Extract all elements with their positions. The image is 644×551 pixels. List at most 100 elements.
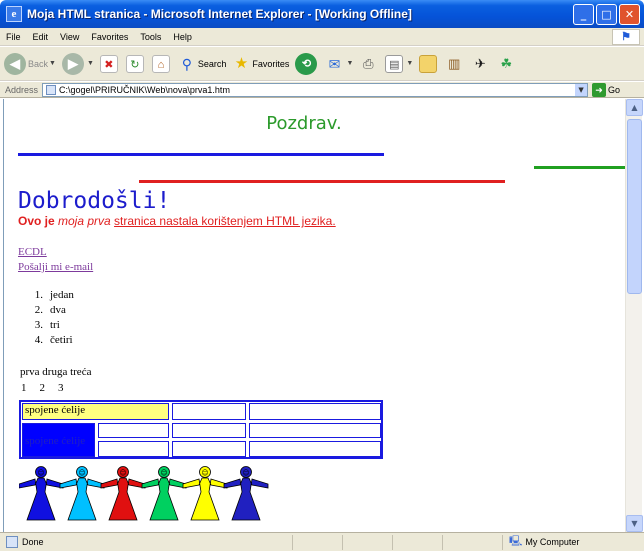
scroll-thumb[interactable] [627, 119, 642, 294]
intro-text: Ovo je moja prva stranica nastala korišt… [18, 214, 336, 228]
email-link[interactable]: Pošalji mi e-mail [18, 261, 93, 273]
back-label: Back [28, 58, 49, 69]
research-button[interactable]: ▥ [445, 55, 465, 73]
status-text: Done [22, 537, 44, 547]
title-bar: e Moja HTML stranica - Microsoft Interne… [0, 0, 644, 28]
menu-file[interactable]: File [0, 32, 27, 42]
number-1: 1 [21, 382, 27, 394]
status-pane [292, 534, 342, 550]
go-button[interactable]: ➜ Go [592, 82, 620, 97]
intro-italic-text: moja prva [58, 214, 111, 228]
folder-button[interactable] [419, 54, 439, 73]
svg-text:☺: ☺ [201, 469, 208, 477]
minimize-button[interactable]: _ [573, 4, 594, 25]
status-pane [342, 534, 392, 550]
back-arrow-icon: ◀ [4, 52, 26, 75]
scroll-up-icon[interactable]: ▲ [626, 99, 643, 116]
edit-button[interactable]: ▤ ▼ [385, 54, 413, 73]
menu-edit[interactable]: Edit [27, 32, 55, 42]
research-book-icon: ▥ [448, 55, 461, 71]
welcome-heading: Dobrodošli! [18, 188, 171, 214]
print-button[interactable]: ⎙ [359, 55, 379, 73]
address-value[interactable]: C:\gogel\PRIRUČNIK\Web\nova\prva1.htm [59, 85, 575, 95]
ie-page-icon: e [6, 6, 22, 22]
standard-toolbar: ◀ Back ▼ ▶ ▼ ✖ ↻ ⌂ ⚲ Search ★ Favorites … [0, 47, 644, 81]
svg-text:☺: ☺ [78, 469, 85, 477]
red-horizontal-rule [139, 180, 505, 183]
number-3: 3 [58, 382, 64, 394]
mail-button[interactable]: ✉ ▼ [325, 55, 354, 73]
menu-help[interactable]: Help [167, 32, 198, 42]
address-input[interactable]: C:\gogel\PRIRUČNIK\Web\nova\prva1.htm ▼ [42, 82, 589, 97]
list-item: 3. tri [34, 319, 60, 331]
paper-doll-figure: ☺ [223, 466, 269, 521]
table-cell [249, 403, 381, 420]
refresh-icon: ↻ [125, 54, 144, 73]
search-button[interactable]: ⚲ Search [178, 55, 227, 73]
home-button[interactable]: ⌂ [151, 54, 172, 73]
window-title: Moja HTML stranica - Microsoft Internet … [27, 7, 412, 21]
intro-underlined-text: stranica nastala korištenjem HTML jezika… [114, 214, 336, 228]
scroll-down-icon[interactable]: ▼ [626, 515, 643, 532]
paper-doll-figure: ☺ [182, 466, 228, 521]
favorites-button[interactable]: ★ Favorites [232, 54, 290, 73]
list-item: 4. četiri [34, 334, 73, 346]
svg-text:☺: ☺ [119, 469, 126, 477]
favorites-star-icon: ★ [234, 54, 249, 72]
svg-text:☺: ☺ [242, 469, 249, 477]
home-icon: ⌂ [151, 54, 170, 73]
maximize-button[interactable]: □ [596, 4, 617, 25]
menu-view[interactable]: View [54, 32, 85, 42]
forward-arrow-icon: ▶ [61, 52, 84, 75]
menu-bar: File Edit View Favorites Tools Help ⚑ [0, 28, 644, 46]
paper-dolls-image: ☺ ☺ ☺ ☺ ☺ ☺ [19, 466, 269, 521]
mail-dropdown-icon: ▼ [346, 60, 354, 67]
page-content: Pozdrav. Dobrodošli! Ovo je moja prva st… [3, 99, 625, 532]
numbers-line: 1 2 3 [21, 382, 64, 394]
edit-page-icon: ▤ [385, 54, 404, 73]
menu-favorites[interactable]: Favorites [85, 32, 134, 42]
zone-pane: 🖳 My Computer [502, 534, 579, 550]
status-pane [442, 534, 502, 550]
discuss-button[interactable]: ☘ [497, 55, 517, 73]
vertical-scrollbar[interactable]: ▲ ▼ [625, 99, 643, 532]
refresh-button[interactable]: ↻ [125, 54, 146, 73]
merged-column-cell: spojene ćelije [22, 423, 95, 457]
search-label: Search [197, 58, 227, 69]
ordered-list: 1. jedan 2. dva 3. tri 4. četiri [30, 289, 74, 349]
list-item: 1. jedan [34, 289, 74, 301]
messenger-button[interactable]: ✈ [471, 55, 491, 73]
history-icon: ⟲ [295, 52, 318, 75]
windows-logo-icon: ⚑ [612, 29, 640, 45]
table-cell [172, 403, 246, 420]
svg-text:☺: ☺ [160, 469, 167, 477]
words-line: prva druga treća [20, 366, 92, 378]
address-bar: Address C:\gogel\PRIRUČNIK\Web\nova\prva… [0, 82, 644, 98]
history-button[interactable]: ⟲ [295, 52, 319, 75]
table-cell [249, 423, 381, 438]
menu-tools[interactable]: Tools [134, 32, 167, 42]
go-arrow-icon: ➜ [592, 82, 607, 97]
address-dropdown-icon[interactable]: ▼ [575, 83, 588, 96]
status-page-icon [6, 536, 18, 548]
discuss-people-icon: ☘ [500, 55, 513, 71]
stop-button[interactable]: ✖ [99, 54, 120, 73]
paper-doll-figure: ☺ [100, 466, 146, 521]
paper-doll-figure: ☺ [59, 466, 105, 521]
stop-icon: ✖ [99, 54, 118, 73]
forward-button[interactable]: ▶ ▼ [61, 52, 94, 75]
merged-cells-table: spojene ćelije spojene ćelije [19, 400, 383, 459]
back-button[interactable]: ◀ Back ▼ [4, 52, 56, 75]
ecdl-link[interactable]: ECDL [18, 246, 47, 258]
table-cell [249, 441, 381, 457]
table-cell [98, 423, 169, 438]
search-icon: ⚲ [181, 55, 193, 72]
page-heading: Pozdrav. [266, 113, 342, 134]
svg-text:☺: ☺ [37, 469, 44, 477]
messenger-icon: ✈ [474, 55, 486, 71]
close-button[interactable]: ✕ [619, 4, 640, 25]
table-cell [172, 441, 246, 457]
number-2: 2 [39, 382, 46, 394]
status-pane [392, 534, 442, 550]
status-bar: Done 🖳 My Computer [0, 532, 644, 551]
